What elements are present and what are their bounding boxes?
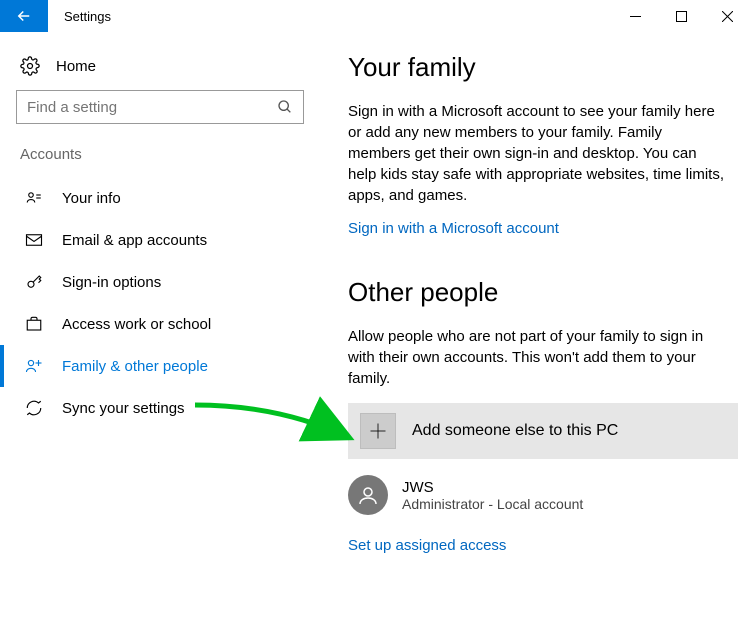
assigned-access-link[interactable]: Set up assigned access bbox=[348, 537, 506, 554]
sidebar-item-family[interactable]: Family & other people bbox=[0, 345, 320, 387]
sidebar-item-work[interactable]: Access work or school bbox=[0, 303, 320, 345]
back-button[interactable] bbox=[0, 0, 48, 32]
minimize-button[interactable] bbox=[612, 0, 658, 32]
home-label: Home bbox=[56, 58, 96, 75]
user-subtitle: Administrator - Local account bbox=[402, 496, 583, 512]
search-box[interactable] bbox=[16, 90, 304, 124]
plus-icon bbox=[360, 413, 396, 449]
user-name: JWS bbox=[402, 479, 583, 496]
sidebar-item-label: Your info bbox=[62, 190, 121, 207]
family-description: Sign in with a Microsoft account to see … bbox=[348, 101, 728, 206]
sidebar-item-label: Email & app accounts bbox=[62, 232, 207, 249]
minimize-icon bbox=[630, 11, 641, 22]
search-icon bbox=[277, 99, 293, 115]
person-icon bbox=[356, 483, 380, 507]
user-entry[interactable]: JWS Administrator - Local account bbox=[348, 475, 740, 515]
briefcase-icon bbox=[24, 315, 44, 333]
sidebar-item-signin[interactable]: Sign-in options bbox=[0, 261, 320, 303]
sidebar-item-label: Access work or school bbox=[62, 316, 211, 333]
section-title-other: Other people bbox=[348, 277, 740, 308]
sidebar-item-email[interactable]: Email & app accounts bbox=[0, 219, 320, 261]
sign-in-link[interactable]: Sign in with a Microsoft account bbox=[348, 220, 559, 237]
sidebar-item-label: Sign-in options bbox=[62, 274, 161, 291]
close-icon bbox=[722, 11, 733, 22]
category-label: Accounts bbox=[0, 146, 320, 177]
people-icon bbox=[24, 357, 44, 375]
key-icon bbox=[24, 273, 44, 291]
sidebar-item-sync[interactable]: Sync your settings bbox=[0, 387, 320, 429]
close-button[interactable] bbox=[704, 0, 750, 32]
sync-icon bbox=[24, 399, 44, 417]
window-title: Settings bbox=[48, 0, 127, 32]
arrow-left-icon bbox=[15, 7, 33, 25]
avatar bbox=[348, 475, 388, 515]
main-content: Your family Sign in with a Microsoft acc… bbox=[320, 32, 750, 643]
add-user-button[interactable]: Add someone else to this PC bbox=[348, 403, 738, 459]
gear-icon bbox=[20, 56, 40, 76]
section-title-family: Your family bbox=[348, 52, 740, 83]
home-button[interactable]: Home bbox=[0, 48, 320, 90]
sidebar: Home Accounts Your info Email & app acco… bbox=[0, 32, 320, 643]
person-card-icon bbox=[24, 189, 44, 207]
titlebar: Settings bbox=[0, 0, 750, 32]
add-user-label: Add someone else to this PC bbox=[412, 422, 618, 440]
search-input[interactable] bbox=[27, 99, 277, 116]
sidebar-item-your-info[interactable]: Your info bbox=[0, 177, 320, 219]
other-description: Allow people who are not part of your fa… bbox=[348, 326, 728, 389]
sidebar-item-label: Sync your settings bbox=[62, 400, 185, 417]
maximize-button[interactable] bbox=[658, 0, 704, 32]
sidebar-item-label: Family & other people bbox=[62, 358, 208, 375]
mail-icon bbox=[24, 231, 44, 249]
maximize-icon bbox=[676, 11, 687, 22]
